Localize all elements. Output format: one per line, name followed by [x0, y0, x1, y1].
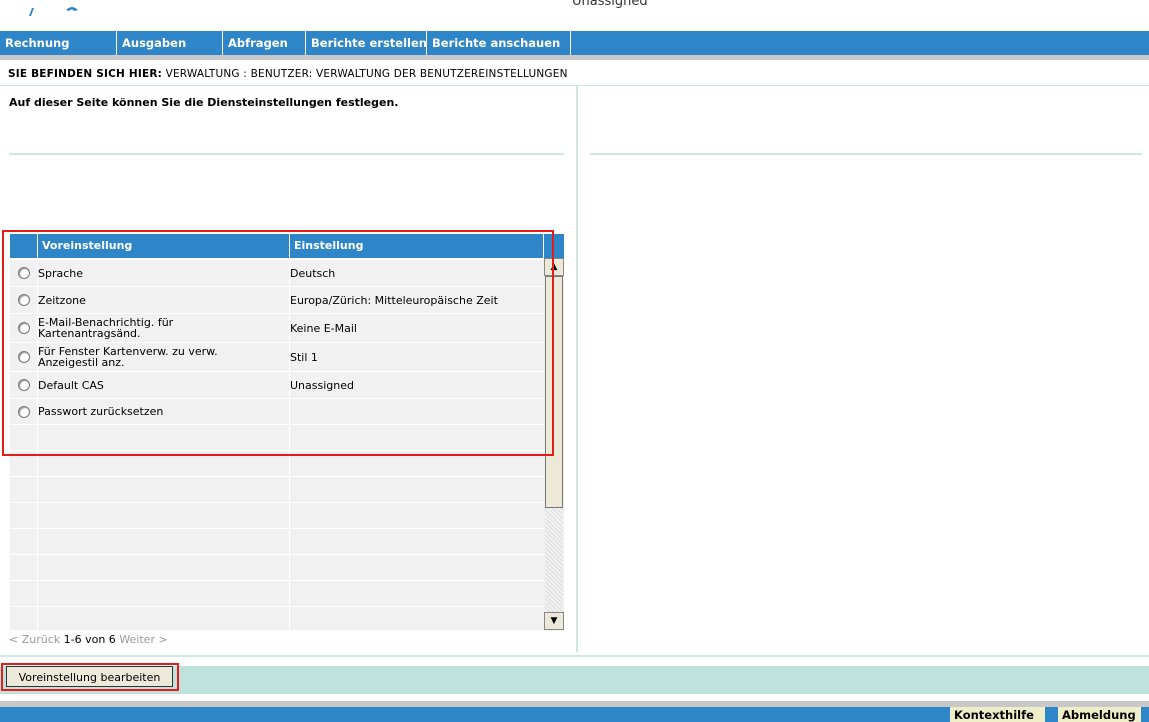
nav-item-rechnung[interactable]: Rechnung — [0, 31, 117, 55]
brand-logo-icon — [29, 7, 78, 16]
breadcrumb-path: VERWALTUNG : BENUTZER: VERWALTUNG DER BE… — [165, 68, 568, 80]
pager-prev-link[interactable]: < Zurück — [9, 633, 60, 646]
pager-next-link[interactable]: Weiter > — [119, 633, 167, 646]
page-intro: Auf dieser Seite können Sie die Dienstei… — [9, 96, 399, 109]
button-highlight-frame — [1, 663, 179, 691]
action-separator — [0, 655, 1149, 657]
nav-item-ausgaben[interactable]: Ausgaben — [117, 31, 223, 55]
empty-row — [10, 607, 544, 631]
breadcrumb-prefix: SIE BEFINDEN SICH HIER: — [8, 68, 163, 80]
context-help-link[interactable]: Kontexthilfe — [950, 707, 1045, 722]
empty-row — [10, 555, 544, 581]
right-pane-rule — [590, 153, 1142, 155]
empty-row — [10, 529, 544, 555]
scroll-down-icon[interactable]: ▼ — [544, 612, 564, 630]
logout-link[interactable]: Abmeldung — [1058, 707, 1141, 722]
empty-row — [10, 503, 544, 529]
main-nav: Rechnung Ausgaben Abfragen Berichte erst… — [0, 31, 1149, 55]
nav-item-berichte-anschauen[interactable]: Berichte anschauen — [427, 31, 571, 55]
pager-count: 1-6 von 6 — [63, 633, 116, 646]
left-pane-rule — [9, 153, 564, 155]
top-strip: Unassigned — [0, 0, 1149, 31]
scroll-track[interactable] — [545, 508, 563, 612]
pagination: < Zurück 1-6 von 6 Weiter > — [9, 633, 168, 646]
empty-row — [10, 581, 544, 607]
table-highlight-frame — [2, 230, 554, 456]
breadcrumb-divider — [0, 85, 1149, 86]
top-cas-label: Unassigned — [572, 0, 648, 9]
nav-item-berichte-erstellen[interactable]: Berichte erstellen — [306, 31, 427, 55]
breadcrumb: SIE BEFINDEN SICH HIER: VERWALTUNG : BEN… — [8, 68, 568, 80]
nav-item-abfragen[interactable]: Abfragen — [223, 31, 306, 55]
nav-underline — [0, 55, 1149, 60]
pane-divider — [576, 86, 578, 652]
empty-row — [10, 477, 544, 503]
